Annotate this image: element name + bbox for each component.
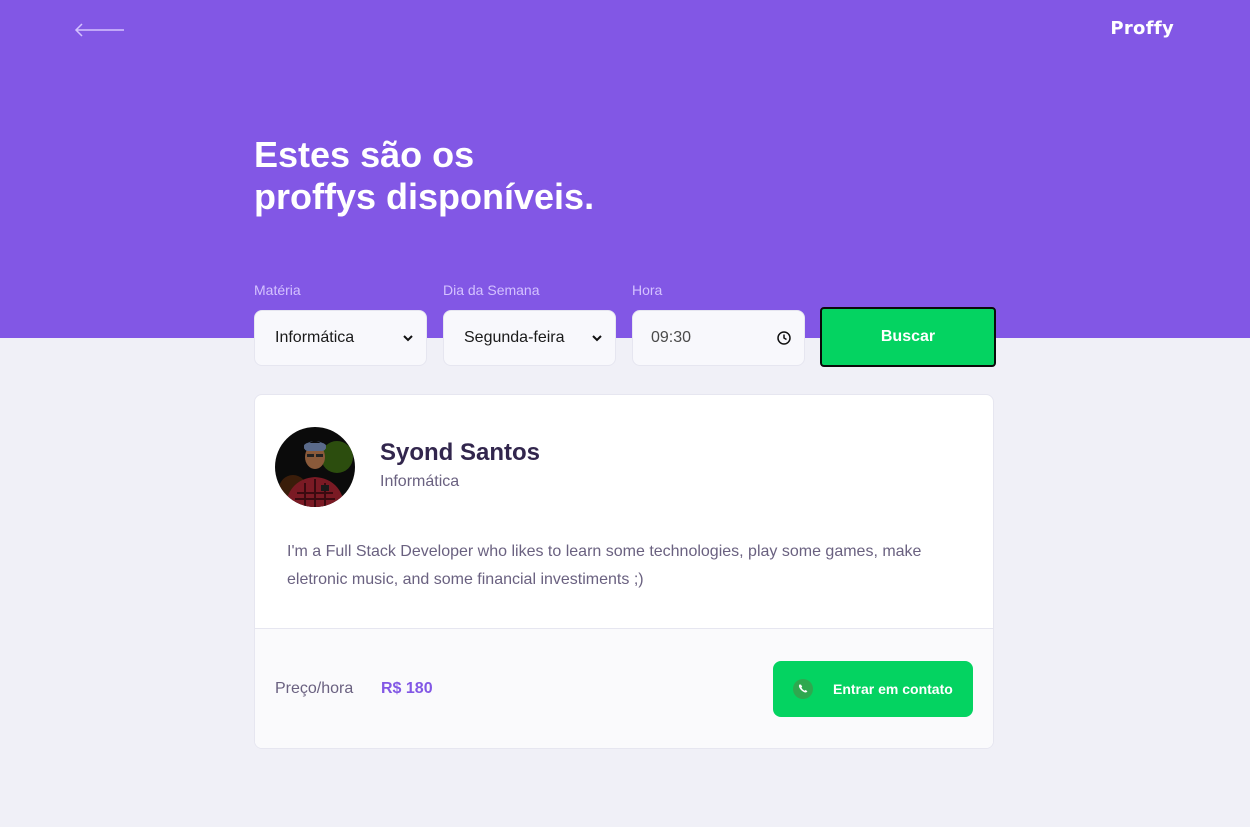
time-input[interactable]: 09:30 (632, 310, 805, 366)
teacher-subject: Informática (380, 473, 460, 490)
teacher-card-header: Syond Santos Informática (275, 427, 875, 507)
subject-field: Matéria Informática (254, 280, 427, 366)
teacher-name: Syond Santos (380, 439, 541, 466)
page-title-line-2: proffys disponíveis. (254, 176, 595, 217)
price-label: Preço/hora (275, 680, 354, 697)
search-button[interactable]: Buscar (820, 307, 996, 367)
contact-button-label: Entrar em contato (833, 681, 953, 697)
time-label: Hora (632, 282, 663, 298)
weekday-field: Dia da Semana Segunda-feira (443, 280, 616, 366)
weekday-select[interactable]: Segunda-feira (443, 310, 616, 366)
page-title-line-1: Estes são os (254, 134, 475, 175)
subject-select[interactable]: Informática (254, 310, 427, 366)
back-button[interactable] (72, 20, 126, 40)
search-filters: Matéria Informática Dia da Semana Segund… (254, 280, 999, 370)
time-input-value: 09:30 (651, 329, 692, 346)
time-field: Hora 09:30 (632, 280, 805, 366)
chevron-down-icon (403, 335, 413, 342)
subject-label: Matéria (254, 282, 301, 298)
contact-button[interactable]: Entrar em contato (773, 661, 973, 717)
teacher-bio: I'm a Full Stack Developer who likes to … (287, 543, 922, 588)
chevron-down-icon (592, 335, 602, 342)
arrow-left-icon (74, 23, 124, 37)
price-value: R$ 180 (381, 680, 433, 697)
teacher-list-page: Proffy Estes são os proffys disponíveis.… (0, 0, 1250, 827)
teacher-card: Syond Santos Informática I'm a Full Stac… (254, 394, 994, 749)
top-bar: Proffy (0, 0, 1250, 60)
weekday-select-value: Segunda-feira (464, 329, 565, 346)
page-title: Estes são os proffys disponíveis. (254, 134, 754, 218)
avatar-image (275, 427, 355, 507)
subject-select-value: Informática (275, 329, 355, 346)
teacher-card-footer: Preço/hora R$ 180 Entrar em contato (255, 628, 993, 748)
logo: Proffy (1110, 18, 1174, 39)
avatar (275, 427, 355, 507)
weekday-label: Dia da Semana (443, 282, 540, 298)
clock-icon[interactable] (776, 330, 792, 346)
whatsapp-icon (793, 679, 813, 699)
